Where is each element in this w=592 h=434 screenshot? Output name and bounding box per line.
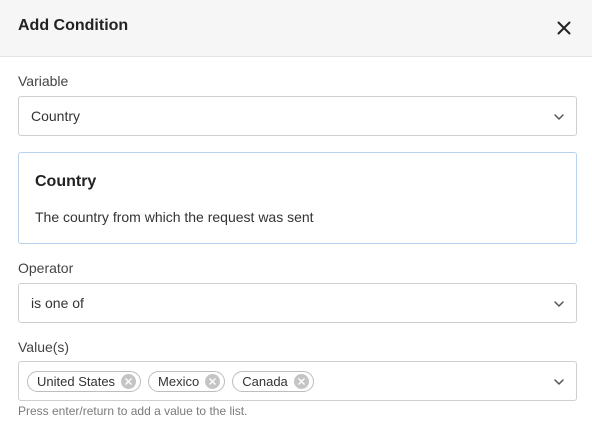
- add-condition-dialog: Add Condition Variable Country Country T…: [0, 0, 592, 434]
- variable-select[interactable]: Country: [18, 96, 577, 136]
- chevron-down-icon: [554, 114, 564, 120]
- values-help-text: Press enter/return to add a value to the…: [18, 404, 248, 418]
- close-icon: [209, 378, 217, 385]
- value-tag-label: Mexico: [158, 374, 200, 389]
- variable-selected-value: Country: [31, 108, 81, 124]
- value-tag-label: Canada: [242, 374, 288, 389]
- remove-tag-button[interactable]: [121, 374, 137, 389]
- close-icon: [297, 378, 305, 385]
- value-tags: United States Mexico Canada: [27, 371, 314, 392]
- remove-tag-button[interactable]: [205, 374, 221, 389]
- operator-select[interactable]: is one of: [18, 283, 577, 323]
- remove-tag-button[interactable]: [293, 374, 309, 389]
- variable-info-card: Country The country from which the reque…: [18, 152, 577, 244]
- operator-label: Operator: [18, 260, 74, 276]
- chevron-down-icon: [554, 301, 564, 307]
- chevron-down-icon[interactable]: [553, 376, 565, 388]
- dialog-header: Add Condition: [0, 0, 592, 57]
- close-icon: [557, 21, 571, 35]
- operator-selected-value: is one of: [31, 295, 84, 311]
- close-button[interactable]: [552, 16, 576, 40]
- variable-info-description: The country from which the request was s…: [35, 209, 314, 225]
- dialog-title: Add Condition: [18, 17, 129, 34]
- variable-info-title: Country: [35, 173, 97, 190]
- variable-label: Variable: [18, 73, 69, 89]
- value-tag: Mexico: [148, 371, 226, 392]
- value-tag: Canada: [232, 371, 314, 392]
- close-icon: [125, 378, 132, 385]
- value-tag: United States: [27, 371, 142, 392]
- value-tag-label: United States: [37, 374, 116, 389]
- values-multiselect[interactable]: United States Mexico Canada: [18, 361, 577, 401]
- values-label: Value(s): [18, 339, 70, 355]
